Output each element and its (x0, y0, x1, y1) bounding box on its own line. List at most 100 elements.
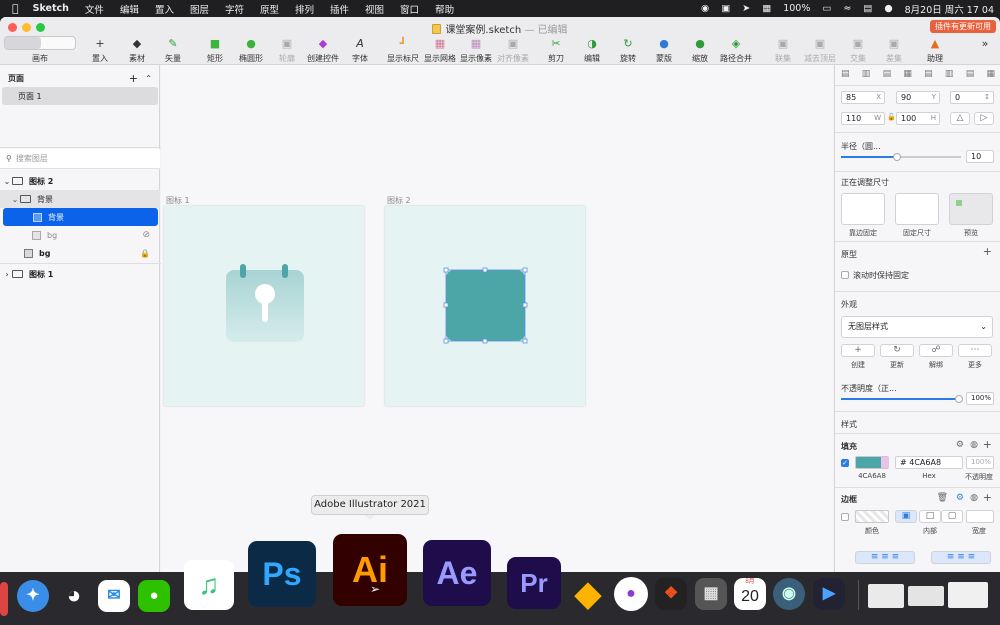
calendar-icon[interactable]: 8月 20 (734, 578, 766, 610)
recent-window-2[interactable] (908, 586, 944, 606)
recent-window-1[interactable] (868, 584, 904, 608)
premiere-icon[interactable]: Pr (507, 557, 561, 609)
flip-vertical-icon[interactable]: ▷ (974, 112, 994, 125)
menu-plugins[interactable]: 插件 (322, 2, 357, 16)
update-badge[interactable]: 插件有更新可用 (930, 20, 996, 33)
pixso-icon[interactable]: ● (614, 577, 648, 611)
menu-layer[interactable]: 图层 (182, 2, 217, 16)
flatten-button[interactable]: ◈ 路径合并 (716, 37, 756, 64)
x-field[interactable]: 85 X (841, 91, 885, 104)
sketch-app-icon[interactable]: ◆ (568, 574, 608, 614)
difference-button[interactable]: ▣ 差集 (874, 37, 914, 64)
wifi-icon[interactable]: ≈ (837, 3, 857, 14)
selected-rectangle[interactable] (385, 206, 585, 406)
opacity-slider[interactable] (841, 395, 963, 403)
fill-checkbox[interactable]: ✓ (841, 459, 849, 467)
rectangle-button[interactable]: ■ 矩形 (195, 37, 235, 64)
layer-artboard-icon1[interactable]: › 图标 1 (0, 265, 160, 283)
lock-icon[interactable]: 🔒 (140, 249, 150, 258)
width-field[interactable]: 110 W (841, 112, 885, 125)
add-fill-icon[interactable]: + (983, 438, 992, 451)
dock-app-partial[interactable] (0, 582, 8, 616)
create-style-button[interactable]: + (841, 344, 875, 357)
oval-button[interactable]: ● 椭圆形 (231, 37, 271, 64)
rotation-field[interactable]: 0 ↕ (950, 91, 994, 104)
text-button[interactable]: A 字体 (340, 37, 380, 64)
show-pixels-button[interactable]: ▦ 显示像素 (456, 37, 496, 64)
apple-icon[interactable]:  (0, 2, 25, 15)
align-right-icon[interactable]: ▤ (883, 69, 892, 81)
qq-icon[interactable]: ◕ (58, 578, 90, 614)
fix-size-option[interactable] (895, 193, 939, 225)
radius-slider[interactable] (841, 153, 961, 161)
menu-view[interactable]: 视图 (357, 2, 392, 16)
menu-app[interactable]: Sketch (25, 3, 77, 14)
artboard-2-title[interactable]: 图标 2 (387, 195, 411, 206)
siri-icon[interactable]: ● (878, 3, 898, 14)
assistant-button[interactable]: ▲ 助理 (915, 37, 955, 64)
subtract-button[interactable]: ▣ 减去顶层 (800, 37, 840, 64)
layer-artboard-icon2[interactable]: ⌄ 图标 2 (0, 172, 160, 190)
detach-style-button[interactable]: ☍ (919, 344, 953, 357)
align-bottom-icon[interactable]: ▤ (966, 69, 975, 81)
opacity-field[interactable]: 100% (966, 392, 994, 405)
record-icon[interactable]: ◉ (695, 3, 715, 14)
menu-file[interactable]: 文件 (77, 2, 112, 16)
menu-edit[interactable]: 编辑 (112, 2, 147, 16)
battery-icon[interactable]: ▭ (816, 3, 837, 14)
border-outside-icon[interactable]: ▢ (941, 510, 963, 523)
align-vcenter-icon[interactable]: ▥ (945, 69, 954, 81)
assets-button[interactable]: ◆ 素材 (117, 37, 157, 64)
artboard-1[interactable] (164, 206, 364, 406)
border-settings-icon[interactable]: ⚙ (956, 493, 964, 503)
height-field[interactable]: 100 H (896, 112, 940, 125)
video-player-icon[interactable]: ▶ (813, 578, 845, 610)
vertical-align-group[interactable]: ≡ ≡ ≡ (931, 551, 991, 564)
outline-button[interactable]: ▣ 轮廓 (267, 37, 307, 64)
mask-button[interactable]: ● 蒙版 (644, 37, 684, 64)
fill-link-icon[interactable]: ◍ (970, 440, 978, 450)
canvas-button[interactable]: 画布 (20, 37, 60, 64)
text-align-group[interactable]: ≡ ≡ ≡ (855, 551, 915, 564)
safari-icon[interactable]: ✦ (17, 580, 49, 612)
rotate-button[interactable]: ↻ 旋转 (608, 37, 648, 64)
add-border-icon[interactable]: + (983, 491, 992, 504)
border-color-swatch[interactable] (855, 510, 889, 523)
page-item-1[interactable]: 页面 1 (2, 87, 158, 105)
menu-insert[interactable]: 置入 (147, 2, 182, 16)
border-center-icon[interactable]: ▣ (895, 510, 917, 523)
photoshop-icon[interactable]: Ps (248, 541, 316, 607)
layer-bg-locked[interactable]: bg 🔒 (0, 244, 160, 262)
send-icon[interactable]: ➤ (736, 3, 756, 14)
layer-search[interactable]: ⚲ 搜索图层 (0, 149, 160, 169)
control-center-icon[interactable]: ▤ (857, 3, 878, 14)
pin-to-edge-option[interactable] (841, 193, 885, 225)
figma-icon[interactable]: ❖ (655, 578, 687, 610)
trash-icon[interactable]: 🗑 (937, 493, 948, 503)
menu-text[interactable]: 字符 (217, 2, 252, 16)
fill-opacity-field[interactable]: 100% (966, 456, 994, 469)
fix-scroll-checkbox[interactable] (841, 271, 849, 279)
edit-button[interactable]: ◑ 编辑 (572, 37, 612, 64)
search-input[interactable]: 搜索图层 (16, 153, 48, 164)
align-pixel-button[interactable]: ▣ 对齐像素 (493, 37, 533, 64)
align-left-icon[interactable]: ▤ (841, 69, 850, 81)
show-grid-button[interactable]: ▦ 显示网格 (420, 37, 460, 64)
chevron-right-icon[interactable]: › (2, 270, 12, 279)
border-checkbox[interactable] (841, 513, 849, 521)
scale-button[interactable]: ● 缩放 (680, 37, 720, 64)
radius-field[interactable]: 10 (966, 150, 994, 163)
hidden-eye-icon[interactable]: ⊘ (142, 230, 150, 240)
scissors-button[interactable]: ✂ 剪刀 (536, 37, 576, 64)
chevron-down-icon[interactable]: ⌄ (10, 195, 20, 204)
collapse-pages-icon[interactable]: ⌃ (145, 74, 152, 83)
more-toolbar-icon[interactable]: » (975, 37, 995, 53)
grid-status-icon[interactable]: ▦ (756, 3, 777, 14)
messages-icon[interactable]: ✉ (98, 580, 130, 612)
fill-color-swatch[interactable] (855, 456, 889, 469)
align-hcenter-icon[interactable]: ▥ (862, 69, 871, 81)
artboard-2[interactable] (385, 206, 585, 406)
update-style-button[interactable]: ↻ (880, 344, 914, 357)
border-link-icon[interactable]: ◍ (970, 493, 978, 503)
y-field[interactable]: 90 Y (896, 91, 940, 104)
